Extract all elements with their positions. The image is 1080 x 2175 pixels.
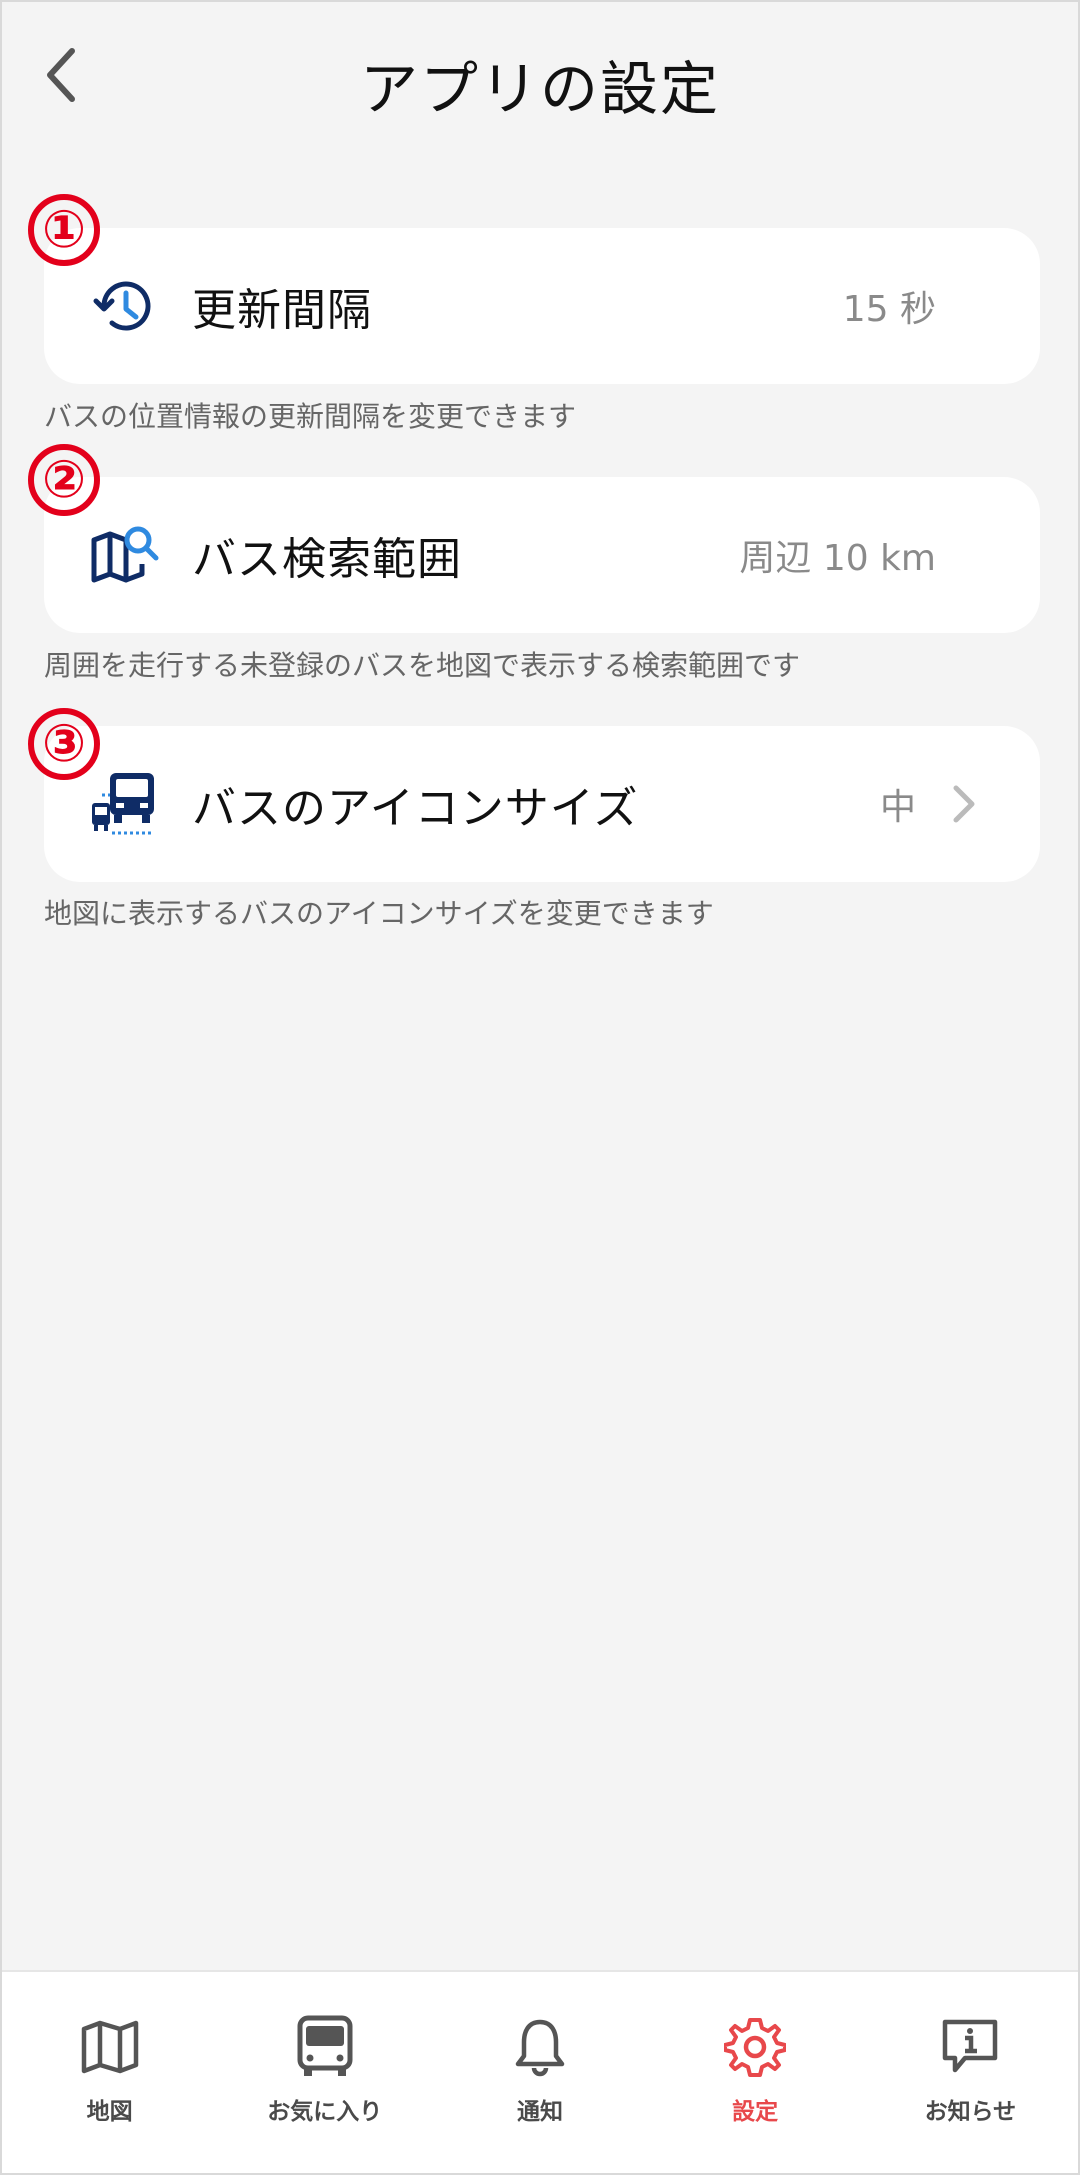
setting-update-interval[interactable]: 更新間隔 15 秒 [44, 228, 1040, 384]
marker-1: ① [28, 194, 100, 266]
setting-search-range[interactable]: バス検索範囲 周辺 10 km [44, 477, 1040, 633]
bottom-navigation: 地図 お気に入り 通知 設定 お知らせ [2, 1970, 1078, 2173]
nav-label: お知らせ [924, 2099, 1017, 2125]
bell-icon [505, 2012, 575, 2082]
setting-label: バス検索範囲 [192, 534, 462, 585]
nav-item-favorites[interactable]: お気に入り [225, 2012, 425, 2126]
map-icon [75, 2012, 145, 2082]
nav-item-settings[interactable]: 設定 [655, 2012, 855, 2126]
setting-bus-icon-size[interactable]: バスのアイコンサイズ 中 [44, 726, 1040, 882]
marker-3: ③ [28, 708, 100, 780]
header: アプリの設定 [2, 2, 1078, 162]
bus-icon [290, 2012, 360, 2082]
gear-icon [720, 2012, 790, 2082]
nav-label: お気に入り [267, 2099, 383, 2125]
nav-item-notifications[interactable]: 通知 [440, 2012, 640, 2126]
nav-label: 地図 [86, 2099, 133, 2125]
setting-description: 地図に表示するバスのアイコンサイズを変更できます [44, 897, 714, 930]
setting-label: 更新間隔 [192, 285, 372, 336]
page-title: アプリの設定 [359, 55, 720, 123]
marker-2: ② [28, 444, 100, 516]
nav-item-news[interactable]: お知らせ [870, 2012, 1070, 2126]
setting-value: 15 秒 [842, 289, 936, 330]
nav-item-map[interactable]: 地図 [10, 2012, 210, 2126]
map-search-icon [88, 518, 162, 592]
setting-value: 中 [879, 787, 916, 828]
chevron-right-icon [944, 784, 984, 824]
settings-screen: アプリの設定 ① 更新間隔 15 秒 バスの位置情報の更新間隔を変更できます ②… [0, 0, 1080, 2175]
setting-value: 周辺 10 km [739, 538, 936, 579]
nav-label: 設定 [732, 2099, 779, 2125]
nav-label: 通知 [516, 2099, 563, 2125]
bus-size-icon [88, 767, 162, 841]
setting-description: バスの位置情報の更新間隔を変更できます [44, 400, 577, 433]
setting-description: 周囲を走行する未登録のバスを地図で表示する検索範囲です [44, 649, 801, 682]
history-clock-icon [88, 269, 162, 343]
info-chat-icon [935, 2012, 1005, 2082]
setting-label: バスのアイコンサイズ [192, 783, 639, 834]
